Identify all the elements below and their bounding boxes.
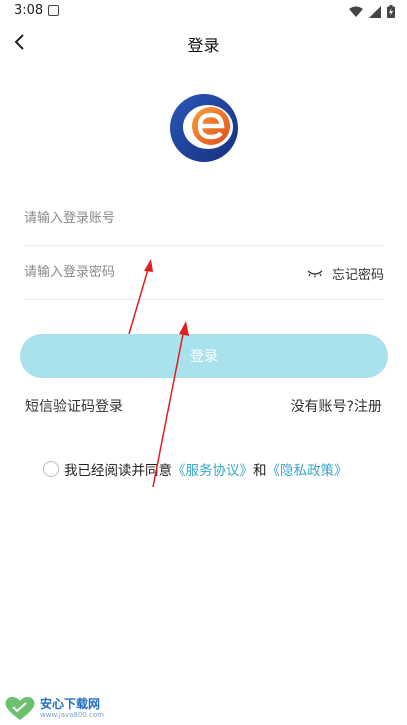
battery-icon	[387, 5, 395, 18]
account-input[interactable]	[24, 192, 284, 245]
notification-icon	[48, 5, 59, 16]
status-bar: 3:08	[0, 0, 407, 24]
agreement-row: 我已经阅读并同意 《服务协议》 和 《隐私政策》	[43, 459, 348, 479]
privacy-policy-link[interactable]: 《隐私政策》	[267, 459, 348, 479]
password-input[interactable]	[24, 246, 284, 299]
eye-closed-icon[interactable]	[306, 266, 324, 280]
heart-logo-icon	[5, 696, 35, 720]
sms-login-link[interactable]: 短信验证码登录	[25, 396, 123, 416]
forgot-password-link[interactable]: 忘记密码	[332, 264, 384, 283]
login-button[interactable]: 登录	[20, 334, 388, 378]
app-logo	[170, 94, 238, 162]
watermark-brand: 安心下载网	[40, 696, 101, 711]
page-title: 登录	[187, 36, 220, 55]
service-agreement-link[interactable]: 《服务协议》	[172, 459, 253, 479]
site-watermark: 安心下载网 www.java800.com	[4, 695, 104, 721]
wifi-icon	[349, 6, 363, 17]
nav-bar: 登录	[0, 24, 407, 60]
password-field: 忘记密码	[24, 246, 384, 300]
watermark-url: www.java800.com	[40, 710, 104, 719]
status-icons	[349, 5, 395, 18]
status-time: 3:08	[14, 3, 44, 18]
signal-icon	[369, 5, 381, 18]
agreement-checkbox[interactable]	[43, 461, 59, 477]
agreement-conjunction: 和	[253, 463, 267, 479]
agreement-prefix: 我已经阅读并同意	[64, 463, 172, 479]
account-field	[24, 192, 384, 246]
register-link[interactable]: 没有账号?注册	[291, 396, 382, 416]
